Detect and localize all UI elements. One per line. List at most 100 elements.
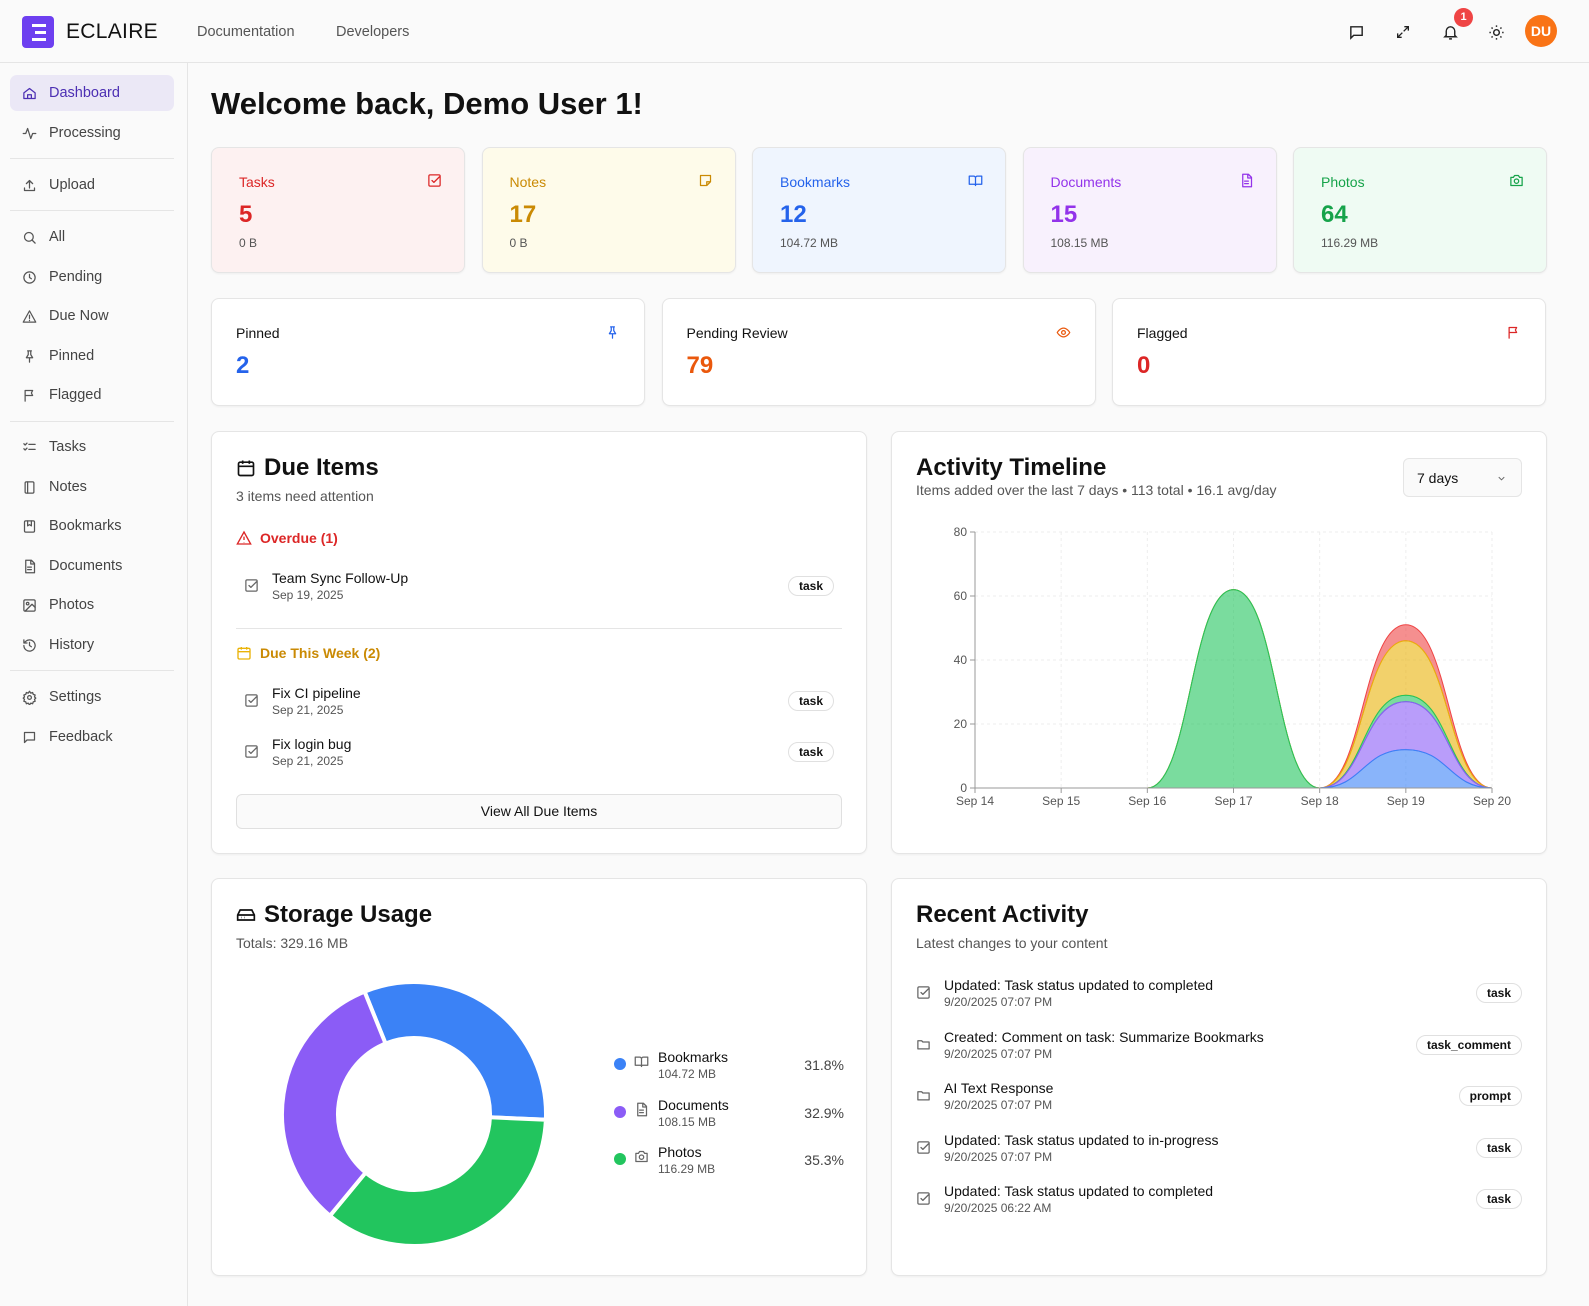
fullscreen-icon[interactable] bbox=[1391, 20, 1415, 44]
stat-value: 64 bbox=[1321, 201, 1348, 228]
brand-name[interactable]: ECLAIRE bbox=[66, 20, 158, 44]
sidebar-item-due-now[interactable]: Due Now bbox=[10, 298, 174, 334]
avatar[interactable]: DU bbox=[1525, 15, 1557, 47]
stat-size: 104.72 MB bbox=[780, 236, 839, 250]
sidebar-item-documents[interactable]: Documents bbox=[10, 548, 174, 584]
x-tick-label: Sep 19 bbox=[1387, 794, 1425, 808]
type-badge: task bbox=[1475, 1189, 1522, 1209]
donut-slice-photos[interactable] bbox=[327, 1115, 548, 1248]
activity-chart: 0 20 40 60 80 Sep 14 Sep 15 Sep 16 Sep 17 Sep 18 S… bbox=[954, 525, 1512, 808]
sidebar-item-bookmarks[interactable]: Bookmarks bbox=[10, 508, 174, 544]
activity-item[interactable]: Updated: Task status updated to in-progr… bbox=[916, 1132, 1522, 1172]
legend-dot bbox=[614, 1058, 626, 1070]
upload-icon bbox=[23, 179, 36, 191]
due-item-title: Fix login bug bbox=[272, 736, 352, 752]
nav-developers[interactable]: Developers bbox=[336, 24, 409, 40]
activity-item[interactable]: AI Text Response 9/20/2025 07:07 PM prompt bbox=[916, 1080, 1522, 1120]
sidebar-item-label: Upload bbox=[49, 177, 95, 193]
book-open-icon bbox=[968, 175, 983, 187]
due-item[interactable]: Fix login bug Sep 21, 2025 task bbox=[236, 736, 842, 776]
activity-item[interactable]: Updated: Task status updated to complete… bbox=[916, 977, 1522, 1017]
home-icon bbox=[23, 87, 36, 99]
check-square-icon bbox=[428, 174, 441, 187]
type-badge: task bbox=[787, 576, 834, 596]
type-badge: task bbox=[787, 742, 834, 762]
sidebar-item-label: Feedback bbox=[49, 729, 113, 745]
activity-item[interactable]: Updated: Task status updated to complete… bbox=[916, 1183, 1522, 1223]
sidebar-item-processing[interactable]: Processing bbox=[10, 115, 174, 151]
type-badge: prompt bbox=[1458, 1086, 1522, 1106]
stat-value: 12 bbox=[780, 201, 807, 228]
sidebar-item-tasks[interactable]: Tasks bbox=[10, 429, 174, 465]
sidebar-item-label: History bbox=[49, 637, 95, 653]
view-all-due-button[interactable]: View All Due Items bbox=[236, 794, 842, 829]
pin-icon bbox=[608, 326, 617, 339]
status-value: 79 bbox=[686, 352, 714, 379]
storage-donut-chart bbox=[280, 980, 548, 1248]
stat-value: 15 bbox=[1050, 201, 1078, 228]
sidebar-item-all[interactable]: All bbox=[10, 219, 174, 255]
sidebar-item-dashboard[interactable]: Dashboard bbox=[10, 75, 174, 111]
due-item-date: Sep 21, 2025 bbox=[272, 754, 344, 768]
stat-value: 5 bbox=[239, 201, 253, 228]
sidebar-item-pinned[interactable]: Pinned bbox=[10, 338, 174, 374]
nav-documentation[interactable]: Documentation bbox=[197, 24, 295, 40]
legend-size: 104.72 MB bbox=[658, 1067, 717, 1081]
status-card-flagged[interactable]: Flagged 0 bbox=[1112, 298, 1546, 406]
status-card-pending-review[interactable]: Pending Review 79 bbox=[661, 298, 1096, 406]
divider bbox=[236, 628, 842, 629]
sidebar: Dashboard Processing Upload All Pending Due N… bbox=[0, 63, 188, 1306]
stat-card-tasks[interactable]: Tasks 5 0 B bbox=[211, 147, 465, 273]
chat-icon[interactable] bbox=[1344, 20, 1368, 44]
eclaire-logo[interactable] bbox=[22, 16, 54, 48]
sidebar-item-notes[interactable]: Notes bbox=[10, 469, 174, 505]
stat-label: Documents bbox=[1050, 174, 1122, 190]
notebook-icon bbox=[24, 480, 35, 494]
sidebar-item-pending[interactable]: Pending bbox=[10, 259, 174, 295]
stat-card-documents[interactable]: Documents 15 108.15 MB bbox=[1022, 147, 1277, 273]
status-label: Pending Review bbox=[686, 325, 788, 341]
stat-size: 0 B bbox=[239, 236, 258, 250]
legend-item-bookmarks: Bookmarks 104.72 MB 31.8% bbox=[612, 1049, 844, 1089]
due-item[interactable]: Team Sync Follow-Up Sep 19, 2025 task bbox=[236, 570, 842, 610]
sun-icon[interactable] bbox=[1484, 20, 1508, 44]
sticky-note-icon bbox=[699, 174, 711, 187]
due-item[interactable]: Fix CI pipeline Sep 21, 2025 task bbox=[236, 685, 842, 725]
clock-icon bbox=[23, 270, 36, 284]
sidebar-item-feedback[interactable]: Feedback bbox=[10, 719, 174, 755]
due-subtitle: 3 items need attention bbox=[236, 488, 374, 504]
activity-item[interactable]: Created: Comment on task: Summarize Book… bbox=[916, 1029, 1522, 1069]
due-title-text: Due Items bbox=[264, 454, 379, 481]
stat-card-notes[interactable]: Notes 17 0 B bbox=[481, 147, 736, 273]
x-tick-label: Sep 15 bbox=[1042, 794, 1080, 808]
activity-title: Updated: Task status updated to in-progr… bbox=[944, 1131, 1219, 1148]
stat-card-photos[interactable]: Photos 64 116.29 MB bbox=[1293, 147, 1547, 273]
stat-value: 17 bbox=[509, 201, 537, 228]
storage-totals: Totals: 329.16 MB bbox=[236, 935, 349, 951]
folder-icon bbox=[917, 1039, 930, 1049]
calendar-icon bbox=[237, 647, 251, 660]
stat-card-bookmarks[interactable]: Bookmarks 12 104.72 MB bbox=[752, 147, 1006, 273]
type-badge: task bbox=[1475, 1137, 1522, 1158]
sidebar-item-settings[interactable]: Settings bbox=[10, 679, 174, 715]
activity-title: Updated: Task status updated to complete… bbox=[944, 1183, 1214, 1199]
sidebar-item-photos[interactable]: Photos bbox=[10, 587, 174, 623]
sidebar-item-label: All bbox=[49, 229, 66, 245]
legend-dot bbox=[614, 1153, 626, 1165]
camera-icon bbox=[1510, 174, 1523, 187]
status-card-pinned[interactable]: Pinned 2 bbox=[211, 298, 645, 406]
check-square-icon bbox=[917, 1140, 930, 1154]
x-tick-label: Sep 20 bbox=[1473, 794, 1511, 808]
notification-badge: 1 bbox=[1454, 8, 1473, 27]
sidebar-item-history[interactable]: History bbox=[10, 627, 174, 663]
donut-slice-bookmarks[interactable] bbox=[361, 980, 548, 1122]
sidebar-item-label: Pending bbox=[49, 269, 103, 285]
stat-label: Photos bbox=[1321, 174, 1365, 190]
sidebar-item-flagged[interactable]: Flagged bbox=[10, 377, 174, 413]
legend-percent: 32.9% bbox=[804, 1104, 844, 1121]
x-tick-label: Sep 17 bbox=[1214, 794, 1252, 808]
sidebar-item-label: Due Now bbox=[49, 308, 109, 324]
alert-triangle-icon bbox=[236, 530, 252, 545]
sidebar-divider bbox=[10, 210, 174, 211]
sidebar-item-upload[interactable]: Upload bbox=[10, 167, 174, 203]
